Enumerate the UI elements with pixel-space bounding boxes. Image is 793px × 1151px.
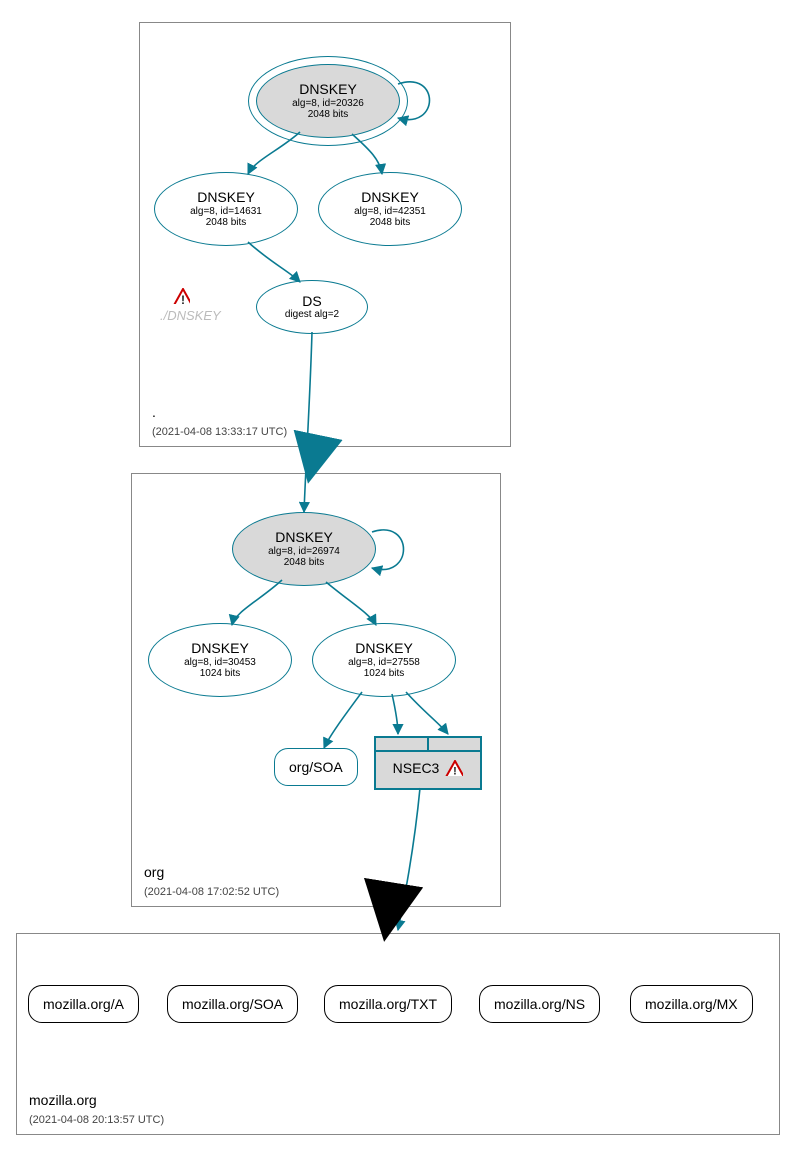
org-zsk2-line2: alg=8, id=27558 bbox=[348, 657, 420, 668]
org-nsec3-node: NSEC3 ! bbox=[374, 736, 482, 790]
root-ds-node: DS digest alg=2 bbox=[256, 280, 368, 334]
rrset-txt-label: mozilla.org/TXT bbox=[339, 996, 437, 1012]
root-zsk2-title: DNSKEY bbox=[361, 190, 419, 205]
root-ksk-title: DNSKEY bbox=[299, 82, 357, 97]
warning-icon: ! bbox=[445, 760, 463, 776]
root-ds-line2: digest alg=2 bbox=[285, 309, 339, 320]
rrset-soa: mozilla.org/SOA bbox=[167, 985, 298, 1023]
root-ksk-line2: alg=8, id=20326 bbox=[292, 98, 364, 109]
org-ksk-node: DNSKEY alg=8, id=26974 2048 bits bbox=[232, 512, 376, 586]
rrset-ns: mozilla.org/NS bbox=[479, 985, 600, 1023]
root-zsk1-line3: 2048 bits bbox=[206, 217, 247, 228]
zone-org-timestamp: (2021-04-08 17:02:52 UTC) bbox=[144, 886, 279, 898]
root-zsk2-line3: 2048 bits bbox=[370, 217, 411, 228]
org-soa-node: org/SOA bbox=[274, 748, 358, 786]
org-zsk2-line3: 1024 bits bbox=[364, 668, 405, 679]
root-zsk2-line2: alg=8, id=42351 bbox=[354, 206, 426, 217]
warning-icon: ! bbox=[172, 288, 190, 304]
zone-org-name: org bbox=[144, 864, 164, 880]
org-zsk1-line2: alg=8, id=30453 bbox=[184, 657, 256, 668]
rrset-a: mozilla.org/A bbox=[28, 985, 139, 1023]
rrset-a-label: mozilla.org/A bbox=[43, 996, 124, 1012]
root-ds-title: DS bbox=[302, 294, 321, 309]
root-ksk-node: DNSKEY alg=8, id=20326 2048 bits bbox=[256, 64, 400, 138]
svg-text:!: ! bbox=[454, 766, 458, 777]
root-zsk1-line2: alg=8, id=14631 bbox=[190, 206, 262, 217]
org-zsk1-title: DNSKEY bbox=[191, 641, 249, 656]
zone-mozilla: mozilla.org (2021-04-08 20:13:57 UTC) bbox=[16, 933, 780, 1135]
org-ksk-title: DNSKEY bbox=[275, 530, 333, 545]
rrset-mx-label: mozilla.org/MX bbox=[645, 996, 738, 1012]
root-zsk1-title: DNSKEY bbox=[197, 190, 255, 205]
rrset-txt: mozilla.org/TXT bbox=[324, 985, 452, 1023]
org-zsk1-line3: 1024 bits bbox=[200, 668, 241, 679]
org-zsk2-node: DNSKEY alg=8, id=27558 1024 bits bbox=[312, 623, 456, 697]
rrset-ns-label: mozilla.org/NS bbox=[494, 996, 585, 1012]
rrset-soa-label: mozilla.org/SOA bbox=[182, 996, 283, 1012]
org-ksk-line3: 2048 bits bbox=[284, 557, 325, 568]
org-ksk-line2: alg=8, id=26974 bbox=[268, 546, 340, 557]
org-soa-label: org/SOA bbox=[289, 759, 343, 775]
root-ksk-line3: 2048 bits bbox=[308, 109, 349, 120]
svg-text:!: ! bbox=[181, 293, 185, 304]
org-zsk1-node: DNSKEY alg=8, id=30453 1024 bits bbox=[148, 623, 292, 697]
zone-root-timestamp: (2021-04-08 13:33:17 UTC) bbox=[152, 426, 287, 438]
root-ghost-warning: ! bbox=[172, 288, 190, 309]
rrset-mx: mozilla.org/MX bbox=[630, 985, 753, 1023]
root-zsk1-node: DNSKEY alg=8, id=14631 2048 bits bbox=[154, 172, 298, 246]
org-zsk2-title: DNSKEY bbox=[355, 641, 413, 656]
root-ghost-label: ./DNSKEY bbox=[160, 308, 221, 323]
zone-root-name: . bbox=[152, 404, 156, 420]
root-zsk2-node: DNSKEY alg=8, id=42351 2048 bits bbox=[318, 172, 462, 246]
zone-mozilla-name: mozilla.org bbox=[29, 1092, 97, 1108]
org-nsec3-label: NSEC3 bbox=[393, 760, 440, 776]
zone-mozilla-timestamp: (2021-04-08 20:13:57 UTC) bbox=[29, 1114, 164, 1126]
